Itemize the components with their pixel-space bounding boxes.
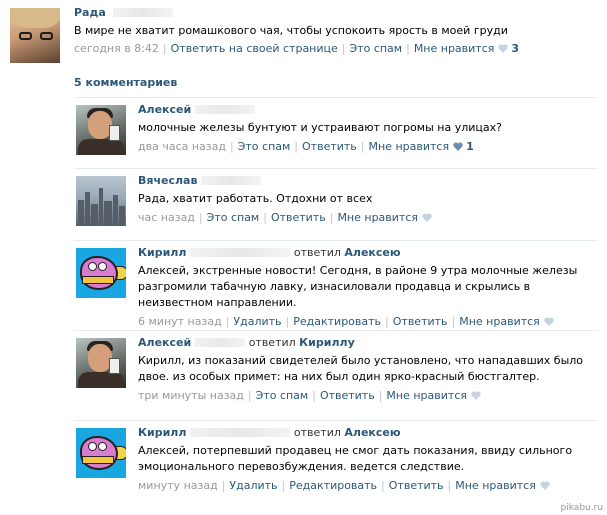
reply-link[interactable]: Ответить <box>271 211 326 224</box>
reply-link[interactable]: Ответить <box>320 389 375 402</box>
replied-label: ответил <box>293 426 341 439</box>
watermark: pikabu.ru <box>560 503 603 513</box>
reply-on-page-link[interactable]: Ответить на своей странице <box>171 42 338 55</box>
spam-link[interactable]: Это спам <box>350 42 403 55</box>
comment-text: молочные железы бунтуют и устраивают пог… <box>138 121 502 134</box>
edit-link[interactable]: Редактировать <box>293 315 381 328</box>
blurred-surname <box>195 338 246 347</box>
avatar[interactable] <box>76 428 126 478</box>
comment-author-link[interactable]: Кирилл <box>138 426 186 439</box>
comment-author-link[interactable]: Кирилл <box>138 246 186 259</box>
avatar[interactable] <box>76 105 126 155</box>
comment-text: Алексей, экстренные новости! Сегодня, в … <box>138 264 578 309</box>
divider <box>74 240 598 241</box>
comment-time[interactable]: 6 минут назад <box>138 315 222 328</box>
spam-link[interactable]: Это спам <box>256 389 309 402</box>
comment-time[interactable]: три минуты назад <box>138 389 244 402</box>
reply-to-link[interactable]: Алексею <box>344 426 400 439</box>
comment-time[interactable]: час назад <box>138 211 195 224</box>
like-link[interactable]: Мне нравится <box>337 211 418 224</box>
avatar[interactable] <box>76 248 126 298</box>
comment: Алексей ответил Кириллу Кирилл, из показ… <box>74 330 598 418</box>
comment-time[interactable]: минуту назад <box>138 479 218 492</box>
like-link[interactable]: Мне нравится <box>414 42 495 55</box>
comment-text: Рада, хватит работать. Отдохни от всех <box>138 192 373 205</box>
comment-author-link[interactable]: Алексей <box>138 336 191 349</box>
blurred-surname <box>190 428 291 437</box>
edit-link[interactable]: Редактировать <box>289 479 377 492</box>
spam-link[interactable]: Это спам <box>207 211 260 224</box>
blurred-surname <box>190 248 291 257</box>
comment-text: Алексей, потерпевший продавец не смог да… <box>138 444 573 473</box>
reply-link[interactable]: Ответить <box>302 140 357 153</box>
reply-to-link[interactable]: Алексею <box>344 246 400 259</box>
post-author-link[interactable]: Рада <box>74 6 106 19</box>
post-text: В мире не хватит ромашкового чая, чтобы … <box>74 24 508 37</box>
divider <box>74 420 598 421</box>
avatar[interactable] <box>76 176 126 226</box>
glasses-icon <box>19 32 53 40</box>
heart-icon[interactable] <box>498 44 509 53</box>
reply-link[interactable]: Ответить <box>389 479 444 492</box>
delete-link[interactable]: Удалить <box>229 479 277 492</box>
heart-icon[interactable] <box>422 213 432 222</box>
heart-icon[interactable] <box>544 317 554 326</box>
replied-label: ответил <box>293 246 341 259</box>
comment: Алексей молочные железы бунтуют и устраи… <box>74 97 598 167</box>
heart-icon[interactable] <box>453 142 463 151</box>
like-count[interactable]: 1 <box>466 140 474 153</box>
comment: Вячеслав Рада, хватит работать. Отдохни … <box>74 168 598 238</box>
divider <box>74 97 598 98</box>
like-link[interactable]: Мне нравится <box>369 140 450 153</box>
blurred-surname <box>195 105 256 114</box>
blurred-surname <box>201 176 262 185</box>
reply-to-link[interactable]: Кириллу <box>299 336 355 349</box>
comment-time[interactable]: два часа назад <box>138 140 226 153</box>
reply-link[interactable]: Ответить <box>393 315 448 328</box>
heart-icon[interactable] <box>540 481 550 490</box>
blurred-surname <box>113 8 174 17</box>
spam-link[interactable]: Это спам <box>238 140 291 153</box>
like-count[interactable]: 3 <box>511 42 519 55</box>
heart-icon[interactable] <box>471 391 481 400</box>
like-link[interactable]: Мне нравится <box>386 389 467 402</box>
divider <box>74 168 598 169</box>
avatar[interactable] <box>10 8 60 63</box>
like-link[interactable]: Мне нравится <box>455 479 536 492</box>
comment-text: Кирилл, из показаний свидетелей было уст… <box>138 354 584 383</box>
avatar[interactable] <box>76 338 126 388</box>
comment-author-link[interactable]: Вячеслав <box>138 174 197 187</box>
like-link[interactable]: Мне нравится <box>459 315 540 328</box>
comment-author-link[interactable]: Алексей <box>138 103 191 116</box>
replied-label: ответил <box>248 336 296 349</box>
post-time[interactable]: сегодня в 8:42 <box>74 42 159 55</box>
comment: Кирилл ответил Алексею Алексей, экстренн… <box>74 240 598 328</box>
delete-link[interactable]: Удалить <box>233 315 281 328</box>
comment: Кирилл ответил Алексею Алексей, потерпев… <box>74 420 598 508</box>
divider <box>74 330 598 331</box>
comments-header[interactable]: 5 комментариев <box>74 76 177 89</box>
